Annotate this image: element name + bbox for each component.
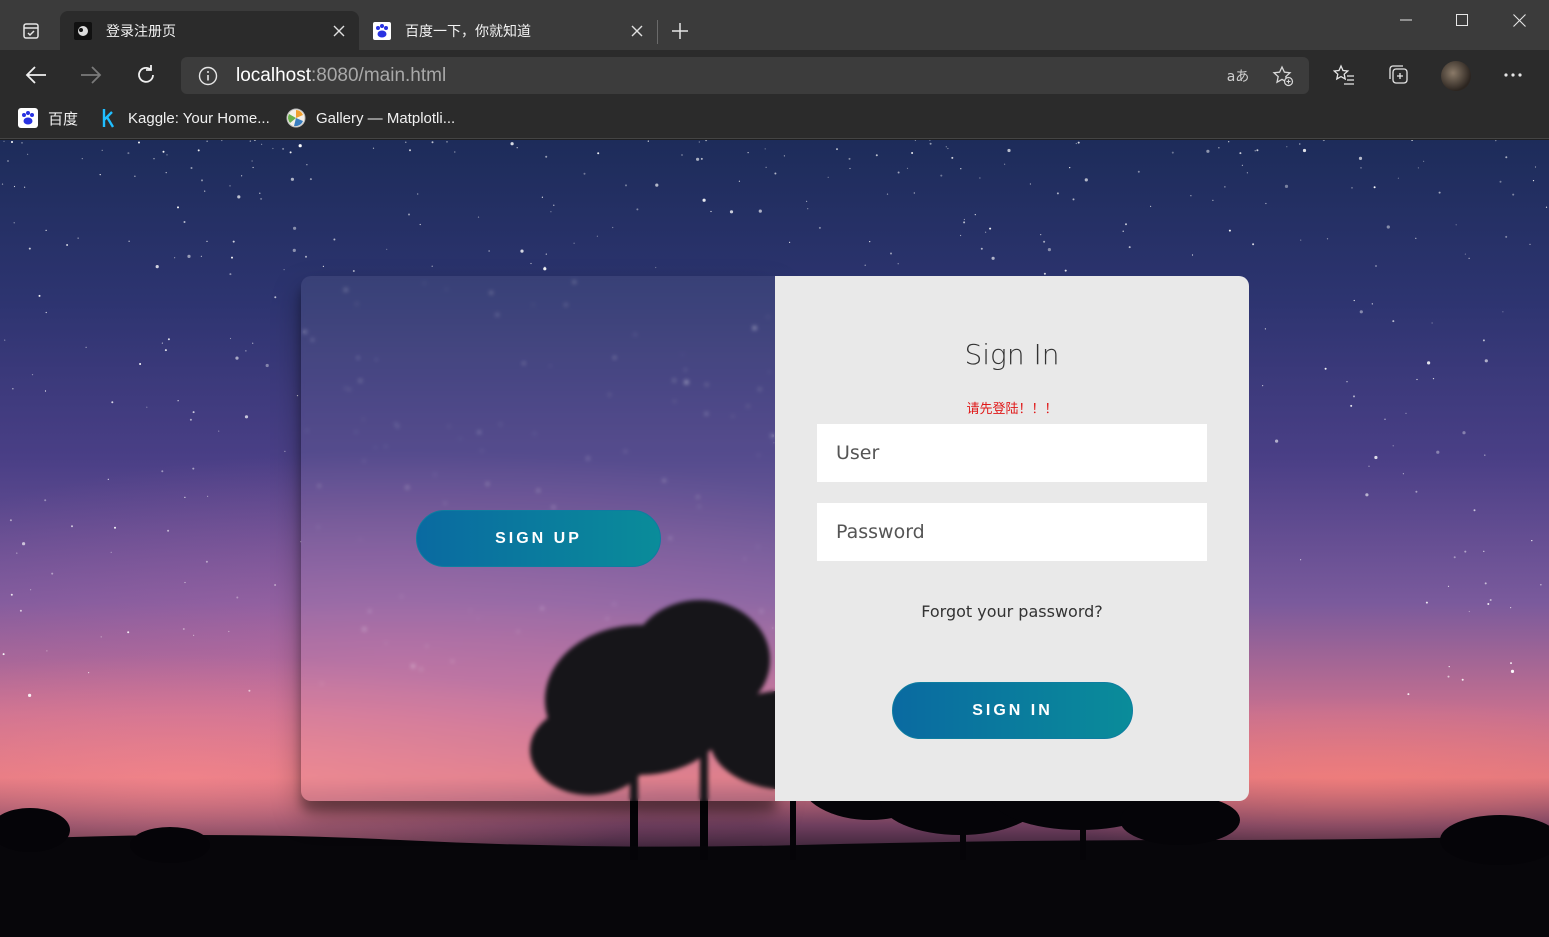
bookmark-label: 百度 <box>48 110 79 128</box>
bookmarks-bar: 百度 Kaggle: Your Home... Gallery — Matplo… <box>0 100 1549 139</box>
translate-icon[interactable]: aあ <box>1226 64 1250 88</box>
tab-title: 登录注册页 <box>106 23 176 40</box>
forgot-password-link[interactable]: Forgot your password? <box>775 602 1249 621</box>
more-options-icon[interactable] <box>1496 58 1530 92</box>
new-tab-icon[interactable] <box>664 15 696 47</box>
refresh-icon[interactable] <box>129 58 163 92</box>
user-input[interactable] <box>817 424 1207 482</box>
title-bar: 登录注册页 百度一下，你就知道 <box>0 0 1549 50</box>
site-info-icon[interactable] <box>197 65 219 87</box>
bookmark-baidu[interactable]: 百度 <box>18 106 78 130</box>
address-bar[interactable]: localhost:8080/main.html aあ <box>181 57 1309 94</box>
sign-in-title: Sign In <box>964 338 1060 371</box>
page-viewport: SIGN UP Sign In 请先登陆！！！ Forgot your pass… <box>0 140 1549 937</box>
page-favicon <box>74 21 92 40</box>
password-input[interactable] <box>817 503 1207 561</box>
bookmark-kaggle[interactable]: Kaggle: Your Home... <box>98 106 270 130</box>
kaggle-k-icon <box>98 108 118 128</box>
bookmark-matplotlib[interactable]: Gallery — Matplotli... <box>286 106 455 130</box>
minimize-icon[interactable] <box>1378 0 1434 40</box>
tab-baidu[interactable]: 百度一下，你就知道 <box>359 11 657 50</box>
bookmark-label: Kaggle: Your Home... <box>128 109 270 127</box>
close-window-icon[interactable] <box>1491 0 1547 40</box>
baidu-paw-icon <box>373 21 391 40</box>
maximize-icon[interactable] <box>1434 0 1490 40</box>
login-warning-message: 请先登陆！！！ <box>966 402 1058 417</box>
sign-in-form-panel: Sign In 请先登陆！！！ Forgot your password? SI… <box>775 276 1249 801</box>
tab-login-page[interactable]: 登录注册页 <box>60 11 359 50</box>
collections-icon[interactable] <box>1382 58 1416 92</box>
browser-toolbar: localhost:8080/main.html aあ <box>0 50 1549 100</box>
tab-title: 百度一下，你就知道 <box>405 23 531 40</box>
close-tab-icon[interactable] <box>325 17 353 45</box>
url-path: :8080/main.html <box>311 64 447 86</box>
url-host: localhost <box>236 64 311 86</box>
add-favorite-icon[interactable] <box>1271 64 1295 88</box>
favorites-icon[interactable] <box>1327 58 1361 92</box>
close-tab-icon[interactable] <box>623 17 651 45</box>
tab-separator <box>657 20 658 44</box>
forward-icon[interactable] <box>74 58 108 92</box>
sign-up-button[interactable]: SIGN UP <box>416 510 661 567</box>
bookmark-label: Gallery — Matplotli... <box>316 109 456 127</box>
back-icon[interactable] <box>19 58 53 92</box>
sign-in-button[interactable]: SIGN IN <box>892 682 1133 739</box>
tab-actions-icon[interactable] <box>14 14 48 48</box>
profile-avatar[interactable] <box>1441 61 1471 91</box>
baidu-paw-icon <box>18 108 38 128</box>
matplotlib-icon <box>286 108 306 128</box>
